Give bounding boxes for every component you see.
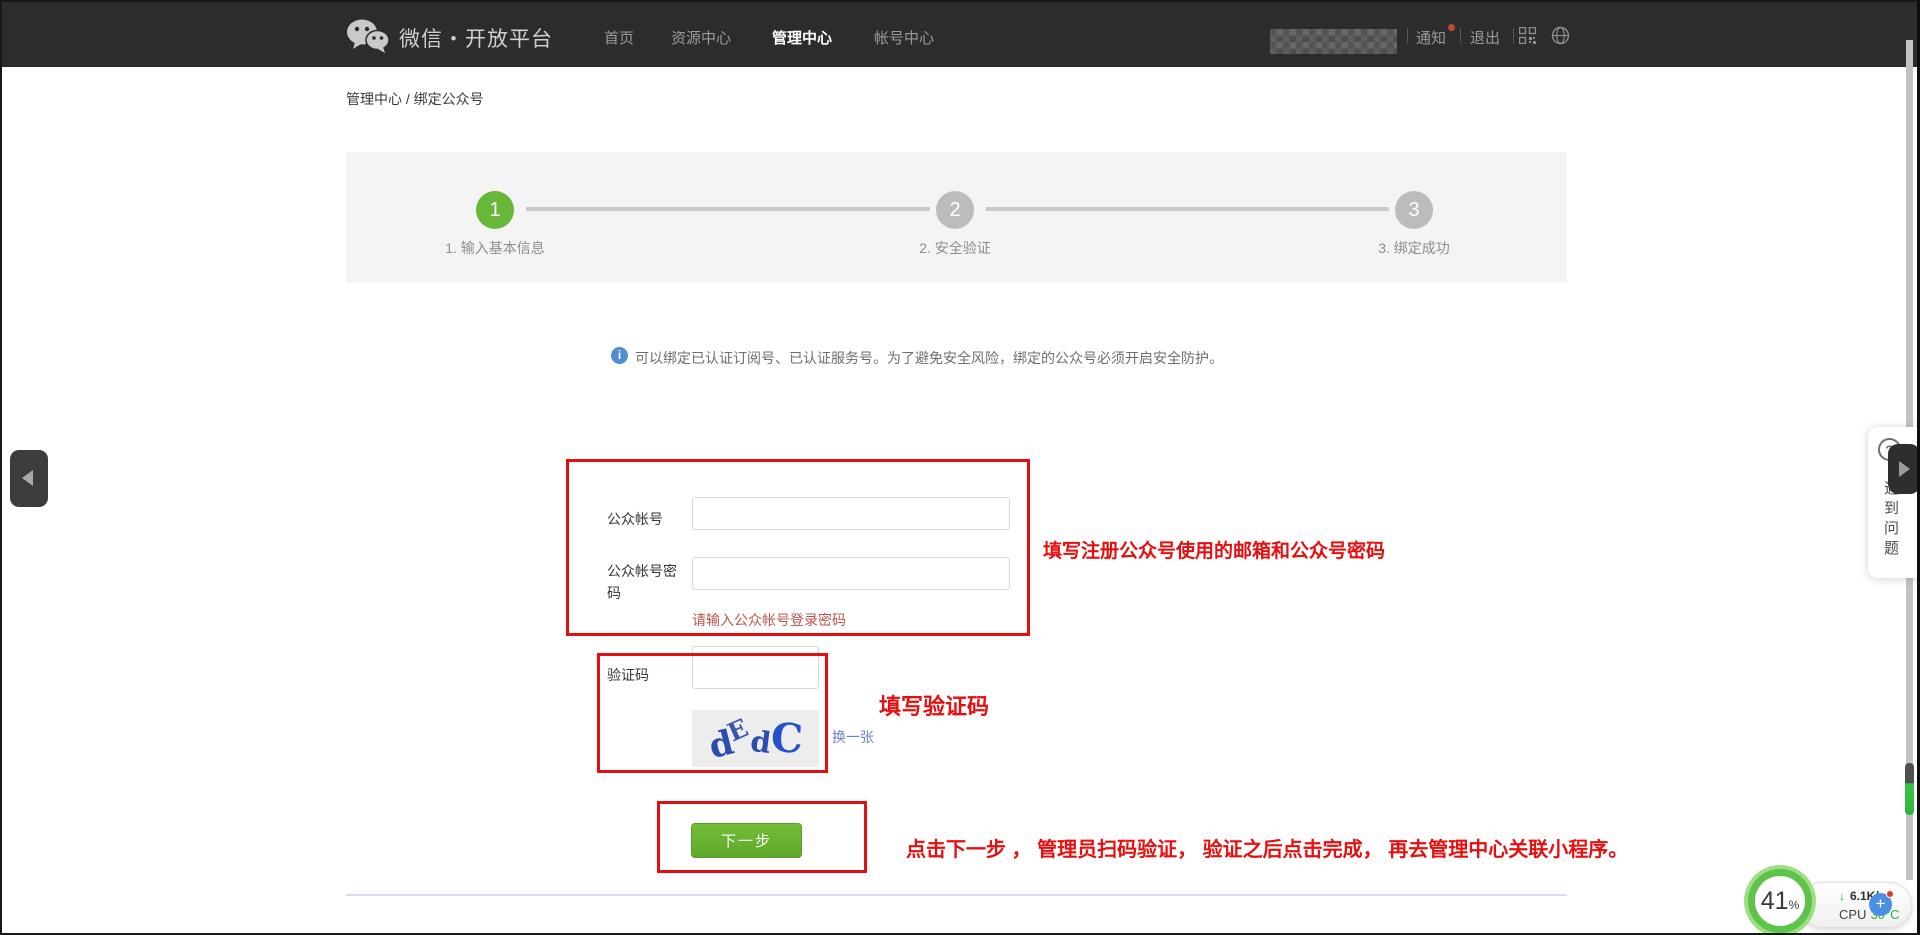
step-circle-3: 3 [1395, 191, 1433, 229]
right-expand-handle[interactable] [1888, 444, 1920, 494]
window-border-left [0, 0, 2, 935]
performance-monitor-pill: ↓6.1K/s CPU30°C [1800, 882, 1912, 928]
step-circle-2: 2 [936, 191, 974, 229]
annotation-rect-next [657, 801, 867, 873]
scrollbar-thumb[interactable] [1905, 763, 1914, 815]
qr-code-icon[interactable] [1519, 27, 1536, 44]
monitor-notification-dot [1886, 890, 1894, 898]
memory-percent-value: 41 [1761, 887, 1789, 916]
breadcrumb: 管理中心 / 绑定公众号 [346, 89, 484, 109]
step-label-security-verify: 2. 安全验证 [870, 238, 1040, 258]
step-connector [986, 207, 1389, 211]
globe-language-icon[interactable] [1551, 26, 1570, 45]
top-navigation-bar: 微信・开放平台 首页 资源中心 管理中心 帐号中心 通知 退出 [2, 2, 1917, 67]
info-banner-text: 可以绑定已认证订阅号、已认证服务号。为了避免安全风险，绑定的公众号必须开启安全防… [635, 348, 1223, 368]
cpu-label: CPU [1839, 907, 1866, 922]
helper-text-char: 到 [1884, 497, 1899, 518]
nav-item-resource-center[interactable]: 资源中心 [671, 27, 731, 48]
download-arrow-icon: ↓ [1839, 889, 1845, 903]
step-label-bind-success: 3. 绑定成功 [1329, 238, 1499, 258]
header-separator [1407, 28, 1408, 43]
annotation-text-captcha: 填写验证码 [879, 689, 989, 721]
chevron-left-icon [22, 470, 33, 486]
chevron-right-icon [1899, 461, 1910, 477]
left-collapse-handle[interactable] [10, 450, 48, 507]
step-connector [526, 207, 930, 211]
notifications-link[interactable]: 通知 [1416, 27, 1446, 48]
nav-item-account-center[interactable]: 帐号中心 [874, 27, 934, 48]
wechat-open-platform-page: 微信・开放平台 首页 资源中心 管理中心 帐号中心 通知 退出 管理中心 / 绑… [0, 0, 1920, 935]
header-separator [1460, 28, 1461, 43]
annotation-rect-credentials [566, 459, 1030, 636]
brand-title: 微信・开放平台 [399, 23, 553, 53]
header-separator [1513, 28, 1514, 43]
nav-item-home[interactable]: 首页 [604, 27, 634, 48]
nav-item-management-center[interactable]: 管理中心 [772, 27, 832, 48]
annotation-rect-captcha [597, 653, 828, 773]
helper-text-char: 问 [1884, 517, 1899, 538]
memory-percent-ball[interactable]: 41 % [1748, 869, 1812, 933]
annotation-text-next: 点击下一步 ， 管理员扫码验证， 验证之后点击完成， 再去管理中心关联小程序。 [906, 833, 1628, 862]
annotation-text-credentials: 填写注册公众号使用的邮箱和公众号密码 [1043, 536, 1385, 563]
window-border-top [0, 0, 1920, 2]
helper-text-char: 题 [1884, 537, 1899, 558]
notification-badge [1448, 24, 1455, 31]
step-circle-1: 1 [476, 191, 514, 229]
step-label-basic-info: 1. 输入基本信息 [410, 238, 580, 258]
username-blurred[interactable] [1270, 29, 1397, 54]
captcha-refresh-link[interactable]: 换一张 [832, 727, 874, 747]
info-icon: i [611, 347, 628, 364]
wechat-logo-icon [345, 18, 391, 54]
logout-link[interactable]: 退出 [1470, 27, 1500, 48]
memory-percent-sign: % [1789, 898, 1800, 912]
